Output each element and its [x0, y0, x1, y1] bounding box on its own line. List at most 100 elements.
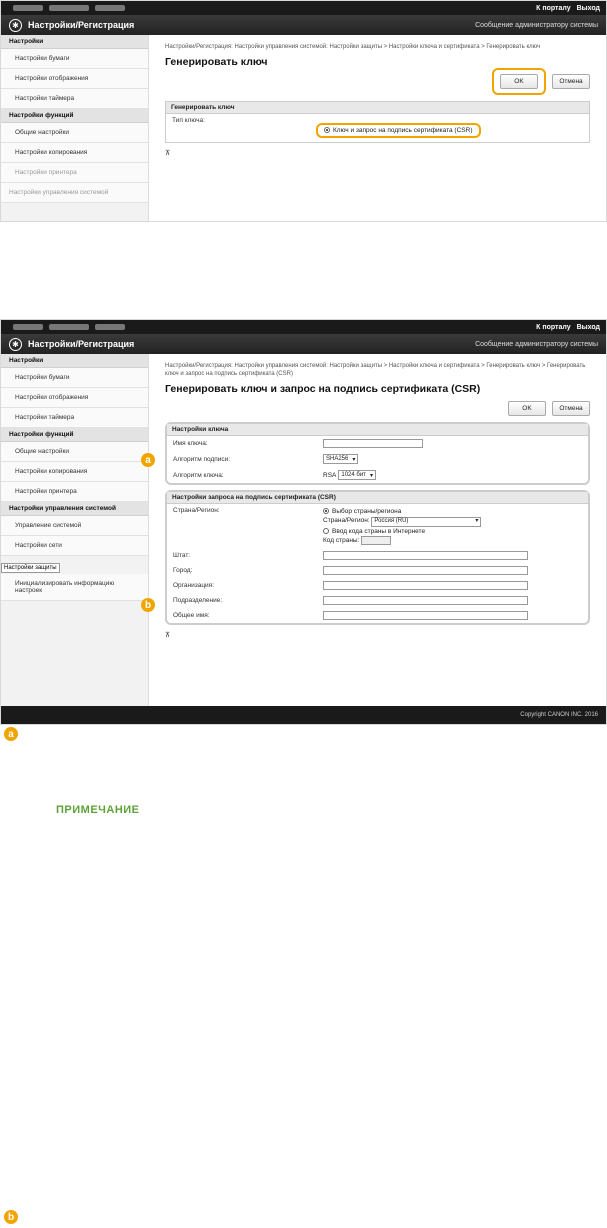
key-name-input[interactable]: [323, 439, 423, 448]
common-name-label: Общее имя:: [173, 611, 210, 619]
country-code-input[interactable]: [361, 535, 392, 545]
section-title: Генерировать ключ: [166, 102, 589, 114]
sidebar-header-system: Настройки управления системой: [1, 502, 148, 516]
key-settings-title: Настройки ключа: [167, 424, 588, 436]
sidebar-item-common[interactable]: Общие настройки: [1, 442, 148, 462]
key-length-value: 1024 бит: [341, 472, 366, 478]
sidebar-item-paper[interactable]: Настройки бумаги: [1, 49, 148, 69]
sidebar-item-init[interactable]: Инициализировать информацию настроек: [1, 574, 148, 601]
key-name-label: Имя ключа:: [173, 440, 208, 447]
main-content: Настройки/Регистрация: Настройки управле…: [149, 354, 606, 639]
country-label: Страна/Регион:: [173, 507, 220, 514]
sidebar-item-timer[interactable]: Настройки таймера: [1, 408, 148, 428]
ok-button[interactable]: OK: [500, 74, 538, 89]
country-select[interactable]: Россия (RU) ▾: [371, 516, 482, 527]
organization-input[interactable]: [323, 580, 528, 590]
back-to-top-icon[interactable]: ⊼: [165, 631, 590, 639]
signature-algorithm-label: Алгоритм подписи:: [173, 455, 231, 463]
key-csr-label: Ключ и запрос на подпись сертификата (CS…: [333, 127, 473, 134]
top-bar: К порталу Выход: [1, 320, 606, 334]
callout-b-badge: b: [141, 598, 155, 612]
logout-link[interactable]: Выход: [577, 324, 600, 331]
sidebar-item-security[interactable]: Настройки защиты: [1, 563, 60, 573]
logout-link[interactable]: Выход: [577, 5, 600, 12]
unit-input[interactable]: [323, 595, 528, 605]
admin-message-link[interactable]: Сообщение администратору системы: [475, 341, 598, 348]
app-title: Настройки/Регистрация: [28, 20, 135, 30]
sidebar-header-settings: Настройки: [1, 354, 148, 368]
title-bar: ✱ Настройки/Регистрация Сообщение админи…: [1, 15, 606, 35]
signature-algorithm-value: SHA256: [326, 456, 349, 462]
sidebar-header-functions: Настройки функций: [1, 109, 148, 123]
app-title: Настройки/Регистрация: [28, 339, 135, 349]
sidebar-item-copy[interactable]: Настройки копирования: [1, 462, 148, 482]
generate-key-section: Генерировать ключ Тип ключа: Ключ и запр…: [165, 101, 590, 143]
breadcrumb: Настройки/Регистрация: Настройки управле…: [165, 44, 541, 50]
country-select-option: Выбор страны/региона: [332, 508, 402, 515]
sidebar-item-network[interactable]: Настройки сети: [1, 536, 148, 556]
chevron-down-icon: ▾: [352, 456, 356, 463]
key-type-label: Тип ключа:: [172, 117, 205, 124]
key-algorithm-label: Алгоритм ключа:: [173, 471, 224, 479]
country-code-label: Код страны:: [323, 536, 360, 544]
sidebar-item-printer[interactable]: Настройки принтера: [1, 163, 148, 183]
key-csr-radio[interactable]: [324, 127, 330, 134]
blurred-device-info: [13, 324, 133, 330]
sidebar-item-display[interactable]: Настройки отображения: [1, 69, 148, 89]
sidebar-item-common[interactable]: Общие настройки: [1, 123, 148, 143]
main-content: Настройки/Регистрация: Настройки управле…: [149, 35, 606, 157]
sidebar: Настройки Настройки бумаги Настройки ото…: [1, 354, 149, 706]
sidebar-item-system-mgmt[interactable]: Управление системой: [1, 516, 148, 536]
city-input[interactable]: [323, 565, 528, 575]
sidebar-item-paper[interactable]: Настройки бумаги: [1, 368, 148, 388]
legend-a-badge: a: [4, 727, 18, 741]
sidebar-header-system: Настройки управления системой: [1, 183, 148, 203]
unit-label: Подразделение:: [173, 596, 223, 604]
sidebar: Настройки Настройки бумаги Настройки ото…: [1, 35, 149, 221]
key-option-highlight: Ключ и запрос на подпись сертификата (CS…: [316, 123, 481, 138]
portal-link[interactable]: К порталу: [536, 324, 570, 331]
sidebar-item-display[interactable]: Настройки отображения: [1, 388, 148, 408]
back-to-top-icon[interactable]: ⊼: [165, 149, 590, 157]
callout-a-badge: a: [141, 453, 155, 467]
country-internet-radio[interactable]: [323, 527, 329, 534]
country-select-label: Страна/Регион:: [323, 517, 370, 524]
csr-settings-section: Настройки запроса на подпись сертификата…: [165, 490, 590, 625]
state-input[interactable]: [323, 550, 528, 560]
copyright: Copyright CANON INC. 2016: [520, 712, 598, 718]
sidebar-item-printer[interactable]: Настройки принтера: [1, 482, 148, 502]
portal-link[interactable]: К порталу: [536, 5, 570, 12]
key-length-select[interactable]: 1024 бит ▾: [338, 470, 376, 480]
key-algorithm-prefix: RSA: [323, 471, 337, 479]
settings-logo-icon: ✱: [9, 337, 22, 351]
sidebar-item-copy[interactable]: Настройки копирования: [1, 143, 148, 163]
sidebar-item-timer[interactable]: Настройки таймера: [1, 89, 148, 109]
organization-label: Организация:: [173, 581, 215, 589]
country-select-radio[interactable]: [323, 508, 329, 515]
state-label: Штат:: [173, 551, 191, 559]
page-title: Генерировать ключ и запрос на подпись се…: [165, 383, 481, 395]
key-settings-section: Настройки ключа Имя ключа: Алгоритм подп…: [165, 422, 590, 485]
blurred-device-info: [13, 5, 133, 11]
csr-settings-title: Настройки запроса на подпись сертификата…: [167, 492, 588, 504]
top-bar: К порталу Выход: [1, 1, 606, 15]
signature-algorithm-select[interactable]: SHA256 ▾: [323, 454, 359, 464]
cancel-button[interactable]: Отмена: [552, 401, 590, 416]
sidebar-header-settings: Настройки: [1, 35, 148, 49]
chevron-down-icon: ▾: [369, 472, 373, 479]
screenshot-generate-key-csr: К порталу Выход ✱ Настройки/Регистрация …: [0, 319, 607, 725]
ok-button[interactable]: OK: [508, 401, 546, 416]
title-bar: ✱ Настройки/Регистрация Сообщение админи…: [1, 334, 606, 354]
footer: Copyright CANON INC. 2016: [1, 706, 606, 724]
common-name-input[interactable]: [323, 610, 528, 620]
screenshot-generate-key: К порталу Выход ✱ Настройки/Регистрация …: [0, 0, 607, 222]
chevron-down-icon: ▾: [475, 518, 479, 524]
note-title: ПРИМЕЧАНИЕ: [56, 804, 140, 816]
sidebar-header-functions: Настройки функций: [1, 428, 148, 442]
ok-highlight: OK: [492, 68, 546, 95]
breadcrumb: Настройки/Регистрация: Настройки управле…: [165, 363, 586, 377]
country-internet-option: Ввод кода страны в Интернете: [332, 527, 426, 535]
cancel-button[interactable]: Отмена: [552, 74, 590, 89]
legend-b-badge: b: [4, 1210, 18, 1224]
admin-message-link[interactable]: Сообщение администратору системы: [475, 22, 598, 29]
